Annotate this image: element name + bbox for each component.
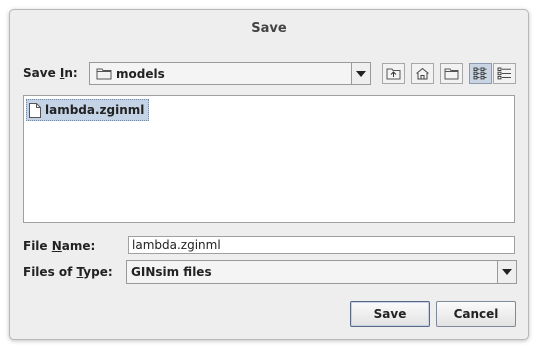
save-in-value: models bbox=[116, 66, 165, 81]
file-list[interactable]: lambda.zginml bbox=[23, 95, 515, 223]
list-view-button[interactable] bbox=[469, 63, 492, 84]
save-in-label: Save In: bbox=[23, 66, 78, 80]
chevron-down-icon[interactable] bbox=[351, 63, 370, 84]
list-view-icon bbox=[473, 67, 487, 80]
file-item-name: lambda.zginml bbox=[45, 103, 145, 117]
files-of-type-label: Files of Type: bbox=[23, 265, 113, 279]
save-in-combo[interactable]: models bbox=[89, 62, 371, 85]
file-icon bbox=[29, 102, 41, 118]
up-one-level-icon bbox=[386, 68, 401, 80]
chevron-down-icon[interactable] bbox=[497, 261, 516, 283]
file-item[interactable]: lambda.zginml bbox=[26, 99, 150, 121]
file-name-label: File Name: bbox=[23, 239, 96, 253]
files-of-type-combo[interactable]: GINsim files bbox=[126, 260, 517, 284]
folder-icon bbox=[96, 68, 112, 80]
save-button[interactable]: Save bbox=[350, 301, 430, 327]
home-button[interactable] bbox=[411, 63, 434, 84]
files-of-type-value: GINsim files bbox=[131, 265, 212, 279]
dialog-title: Save bbox=[251, 21, 287, 36]
cancel-button[interactable]: Cancel bbox=[436, 301, 516, 327]
details-view-button[interactable] bbox=[493, 63, 516, 84]
save-dialog: Save Save In: models lambda.zginml File … bbox=[9, 9, 529, 340]
home-icon bbox=[416, 67, 429, 80]
up-one-level-button[interactable] bbox=[382, 63, 405, 84]
new-folder-icon bbox=[444, 68, 459, 80]
file-name-input[interactable]: lambda.zginml bbox=[128, 236, 515, 254]
details-view-icon bbox=[497, 67, 511, 80]
new-folder-button[interactable] bbox=[440, 63, 463, 84]
